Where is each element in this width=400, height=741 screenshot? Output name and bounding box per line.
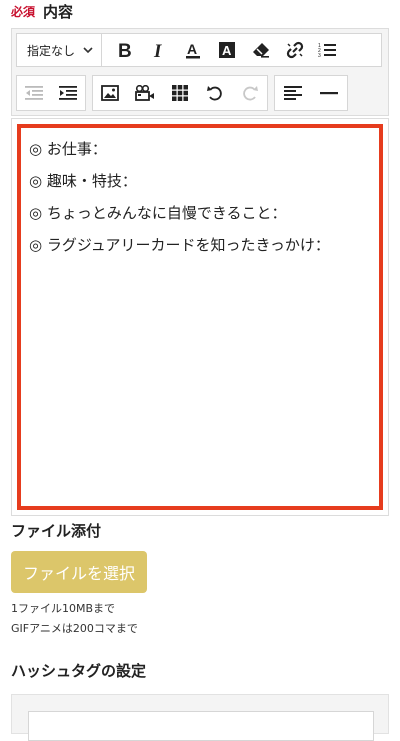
content-editor[interactable]: ◎ お仕事： ◎ 趣味・特技： ◎ ちょっとみんなに自慢できること： ◎ ラグジ… [11, 118, 389, 516]
italic-icon: I [152, 41, 166, 59]
file-attach-title: ファイル添付 [11, 522, 102, 540]
svg-text:A: A [187, 41, 197, 57]
editor-line: ◎ お仕事： [29, 140, 107, 158]
hashtag-input[interactable] [28, 711, 374, 741]
unlink-button[interactable] [278, 34, 312, 66]
align-left-button[interactable] [275, 77, 311, 109]
background-color-icon: A [218, 41, 236, 59]
redo-button[interactable] [235, 77, 265, 109]
bold-button[interactable]: B [108, 34, 142, 66]
horizontal-rule-button[interactable] [311, 77, 347, 109]
align-left-icon [284, 86, 302, 100]
editor-highlight-frame[interactable]: ◎ お仕事： ◎ 趣味・特技： ◎ ちょっとみんなに自慢できること： ◎ ラグジ… [17, 124, 383, 510]
content-field-label: 内容 [43, 2, 74, 21]
editor-line: ◎ ちょっとみんなに自慢できること： [29, 204, 287, 222]
video-icon [135, 85, 155, 101]
hashtag-panel [11, 694, 389, 741]
gif-frame-note: GIFアニメは200コマまで [11, 622, 138, 635]
ordered-list-icon: 123 [318, 42, 337, 58]
unlink-icon [286, 41, 304, 59]
toolbar-group-media [92, 75, 268, 111]
svg-text:3: 3 [318, 53, 321, 58]
choose-file-button[interactable]: ファイルを選択 [11, 551, 147, 593]
italic-button[interactable]: I [142, 34, 176, 66]
editor-line: ◎ ラグジュアリーカードを知ったきっかけ： [29, 236, 330, 254]
text-color-button[interactable]: A [176, 34, 210, 66]
format-select[interactable]: 指定なし [17, 34, 103, 66]
editor-line: ◎ 趣味・特技： [29, 172, 137, 190]
format-select-value: 指定なし [27, 43, 76, 58]
undo-button[interactable] [200, 77, 230, 109]
eraser-icon [252, 42, 270, 58]
undo-icon [206, 84, 224, 102]
redo-icon [241, 84, 259, 102]
svg-text:A: A [222, 43, 232, 58]
bold-icon: B [117, 41, 133, 59]
ordered-list-button[interactable]: 123 [312, 34, 342, 66]
background-color-button[interactable]: A [210, 34, 244, 66]
insert-table-button[interactable] [165, 77, 195, 109]
svg-text:B: B [118, 41, 132, 59]
chevron-down-icon [83, 43, 93, 57]
indent-button[interactable] [51, 77, 85, 109]
table-grid-icon [171, 85, 188, 101]
svg-text:I: I [153, 41, 162, 59]
toolbar-group-format: 指定なし B I A A 1 2 3 [16, 33, 382, 67]
hashtag-settings-title: ハッシュタグの設定 [11, 662, 147, 680]
outdent-icon [25, 86, 43, 100]
editor-toolbar: 指定なし B I A A 1 2 3 [11, 28, 389, 116]
indent-icon [59, 86, 77, 100]
image-icon [101, 85, 120, 101]
toolbar-group-indent [16, 75, 86, 111]
file-size-note: 1ファイル10MBまで [11, 602, 116, 615]
clear-format-button[interactable] [244, 34, 278, 66]
required-badge: 必須 [11, 4, 36, 19]
content-field-header: 必須 内容 [11, 0, 73, 22]
text-color-icon: A [184, 41, 202, 59]
horizontal-rule-icon [320, 91, 338, 95]
outdent-button[interactable] [17, 77, 51, 109]
insert-video-button[interactable] [130, 77, 160, 109]
toolbar-group-paragraph [274, 75, 348, 111]
insert-image-button[interactable] [95, 77, 125, 109]
